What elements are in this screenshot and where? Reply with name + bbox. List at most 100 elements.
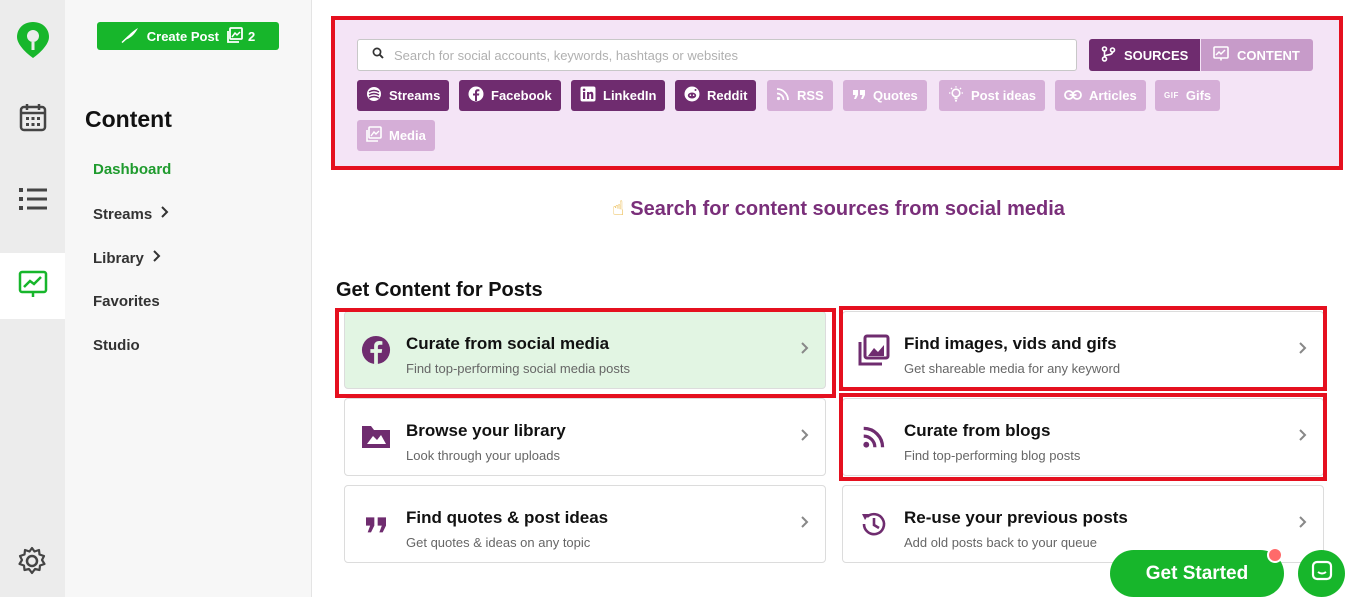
facebook-icon bbox=[359, 333, 393, 367]
sidebar-title: Content bbox=[85, 106, 172, 132]
card-title: Curate from blogs bbox=[904, 421, 1051, 440]
quotes-icon bbox=[852, 88, 866, 103]
chevron-right-icon bbox=[160, 205, 169, 223]
chip-gifs[interactable]: GIF Gifs bbox=[1155, 80, 1221, 111]
search-icon bbox=[372, 46, 384, 64]
create-post-button[interactable]: Create Post 2 bbox=[97, 22, 279, 50]
chat-icon bbox=[1310, 559, 1334, 588]
chip-facebook[interactable]: Facebook bbox=[459, 80, 561, 111]
sources-label: SOURCES bbox=[1124, 47, 1189, 63]
chip-reddit[interactable]: Reddit bbox=[675, 80, 757, 111]
card-title: Curate from social media bbox=[406, 334, 610, 353]
search-input[interactable] bbox=[394, 47, 1044, 63]
sidebar-item-favorites[interactable]: Favorites bbox=[93, 293, 160, 310]
create-post-label: Create Post bbox=[146, 28, 219, 44]
content-sidebar: Create Post 2 Content Dashboard Streams … bbox=[65, 0, 312, 597]
card-quotes-ideas[interactable]: Find quotes & post ideas Get quotes & id… bbox=[344, 485, 826, 563]
chip-articles[interactable]: Articles bbox=[1055, 80, 1146, 111]
content-nav-button[interactable] bbox=[0, 253, 65, 319]
chip-post-ideas[interactable]: Post ideas bbox=[939, 80, 1046, 111]
facebook-icon bbox=[468, 86, 484, 105]
gif-icon: GIF bbox=[1164, 91, 1179, 100]
chip-label: Articles bbox=[1089, 88, 1137, 103]
chip-linkedin[interactable]: LinkedIn bbox=[571, 80, 666, 111]
notification-dot bbox=[1267, 547, 1283, 563]
chip-label: Quotes bbox=[873, 88, 918, 103]
chip-label: Gifs bbox=[1185, 88, 1212, 103]
chevron-right-icon bbox=[800, 426, 809, 447]
content-chart-icon bbox=[1213, 46, 1229, 64]
app-logo[interactable] bbox=[14, 20, 52, 60]
chevron-right-icon bbox=[800, 339, 809, 360]
card-browse-library[interactable]: Browse your library Look through your up… bbox=[344, 398, 826, 476]
chip-media[interactable]: Media bbox=[357, 120, 435, 151]
chevron-right-icon bbox=[800, 513, 809, 534]
sidebar-item-label: Studio bbox=[93, 337, 140, 354]
gallery-icon bbox=[227, 26, 243, 46]
chip-quotes[interactable]: Quotes bbox=[843, 80, 927, 111]
settings-button[interactable] bbox=[14, 545, 50, 581]
card-title: Find images, vids and gifs bbox=[904, 334, 1117, 353]
streams-icon bbox=[366, 86, 382, 105]
chevron-right-icon bbox=[1298, 513, 1307, 534]
card-curate-social[interactable]: Curate from social media Find top-perfor… bbox=[344, 311, 826, 389]
feather-icon bbox=[121, 27, 139, 46]
sidebar-item-library[interactable]: Library bbox=[93, 249, 161, 267]
rss-icon bbox=[857, 420, 891, 454]
chip-label: Facebook bbox=[491, 88, 552, 103]
search-hint: ☝ Search for content sources from social … bbox=[313, 196, 1364, 221]
link-icon bbox=[1064, 88, 1082, 103]
card-title: Find quotes & post ideas bbox=[406, 508, 609, 527]
list-nav-button[interactable] bbox=[0, 168, 65, 234]
search-panel: SOURCES CONTENT Streams Facebook LinkedI… bbox=[331, 16, 1343, 170]
chevron-right-icon bbox=[1298, 426, 1307, 447]
card-subtitle: Find top-performing social media posts bbox=[406, 361, 630, 376]
gallery-icon bbox=[857, 333, 891, 367]
sidebar-item-streams[interactable]: Streams bbox=[93, 205, 169, 223]
search-field[interactable] bbox=[357, 39, 1077, 71]
draft-count-value: 2 bbox=[248, 28, 256, 44]
lightbulb-icon bbox=[948, 86, 964, 105]
calendar-nav-button[interactable] bbox=[0, 86, 65, 152]
get-started-button[interactable]: Get Started bbox=[1110, 550, 1284, 597]
history-icon bbox=[857, 507, 891, 541]
card-find-media[interactable]: Find images, vids and gifs Get shareable… bbox=[842, 311, 1324, 389]
sidebar-item-label: Library bbox=[93, 249, 144, 267]
sidebar-item-label: Favorites bbox=[93, 293, 160, 310]
reddit-icon bbox=[684, 86, 700, 105]
chip-label: Media bbox=[389, 128, 426, 143]
card-title: Re-use your previous posts bbox=[904, 508, 1128, 527]
chip-rss[interactable]: RSS bbox=[767, 80, 833, 111]
chip-label: LinkedIn bbox=[603, 88, 657, 103]
card-curate-blogs[interactable]: Curate from blogs Find top-performing bl… bbox=[842, 398, 1324, 476]
app: Create Post 2 Content Dashboard Streams … bbox=[0, 0, 1364, 597]
content-chart-icon bbox=[18, 270, 48, 303]
main-content: SOURCES CONTENT Streams Facebook LinkedI… bbox=[313, 0, 1364, 597]
card-title: Browse your library bbox=[406, 421, 566, 440]
chip-label: Streams bbox=[389, 88, 441, 103]
search-hint-text: Search for content sources from social m… bbox=[630, 198, 1065, 220]
gear-icon bbox=[17, 546, 47, 581]
chat-button[interactable] bbox=[1298, 550, 1345, 597]
chip-label: RSS bbox=[797, 88, 824, 103]
content-label: CONTENT bbox=[1237, 47, 1300, 63]
card-subtitle: Find top-performing blog posts bbox=[904, 448, 1081, 463]
chevron-right-icon bbox=[1298, 339, 1307, 360]
linkedin-icon bbox=[580, 86, 596, 105]
sidebar-item-label: Streams bbox=[93, 205, 153, 223]
branch-icon bbox=[1101, 45, 1116, 65]
sidebar-item-label: Dashboard bbox=[93, 161, 172, 178]
list-icon bbox=[18, 187, 47, 216]
sources-toggle[interactable]: SOURCES bbox=[1089, 39, 1200, 71]
sidebar-item-studio[interactable]: Studio bbox=[93, 337, 140, 354]
section-title: Get Content for Posts bbox=[336, 279, 543, 301]
sidebar-item-dashboard[interactable]: Dashboard bbox=[93, 161, 171, 178]
card-subtitle: Add old posts back to your queue bbox=[904, 535, 1097, 550]
chevron-right-icon bbox=[152, 249, 161, 267]
content-toggle[interactable]: CONTENT bbox=[1201, 39, 1313, 71]
draft-count: 2 bbox=[227, 26, 256, 46]
quotes-icon bbox=[359, 507, 393, 541]
chip-streams[interactable]: Streams bbox=[357, 80, 450, 111]
card-subtitle: Look through your uploads bbox=[406, 448, 560, 463]
card-subtitle: Get quotes & ideas on any topic bbox=[406, 535, 591, 550]
